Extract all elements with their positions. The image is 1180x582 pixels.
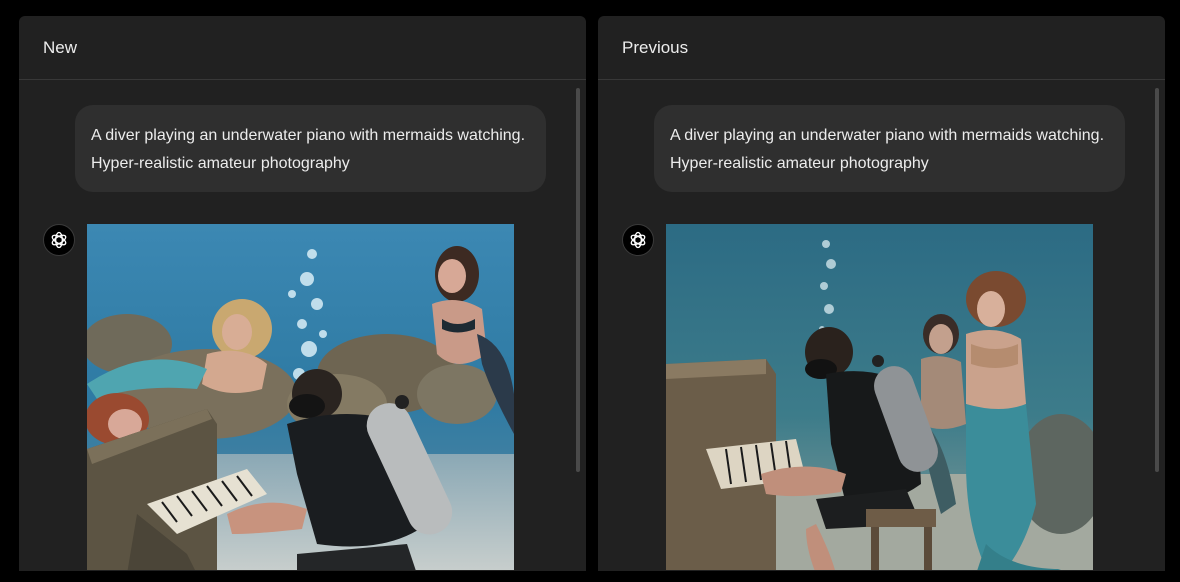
panel-title: New bbox=[43, 37, 78, 57]
assistant-avatar bbox=[43, 224, 75, 256]
openai-logo-icon bbox=[630, 231, 646, 249]
generated-image-render bbox=[87, 224, 514, 570]
scrollbar[interactable] bbox=[576, 88, 580, 472]
chat-thread[interactable]: A diver playing an underwater piano with… bbox=[598, 80, 1165, 570]
generated-image[interactable] bbox=[666, 224, 1093, 570]
panel-header: New bbox=[19, 16, 586, 80]
generated-image[interactable] bbox=[87, 224, 514, 570]
generated-image-render bbox=[666, 224, 1093, 570]
scrollbar[interactable] bbox=[1155, 88, 1159, 472]
assistant-avatar bbox=[622, 224, 654, 256]
comparison-panel-new: New A diver playing an underwater piano … bbox=[19, 16, 586, 571]
panel-header: Previous bbox=[598, 16, 1165, 80]
user-message: A diver playing an underwater piano with… bbox=[654, 105, 1125, 192]
comparison-panel-previous: Previous A diver playing an underwater p… bbox=[598, 16, 1165, 571]
panel-title: Previous bbox=[622, 37, 689, 57]
user-message: A diver playing an underwater piano with… bbox=[75, 105, 546, 192]
chat-thread[interactable]: A diver playing an underwater piano with… bbox=[19, 80, 586, 570]
openai-logo-icon bbox=[51, 231, 67, 249]
